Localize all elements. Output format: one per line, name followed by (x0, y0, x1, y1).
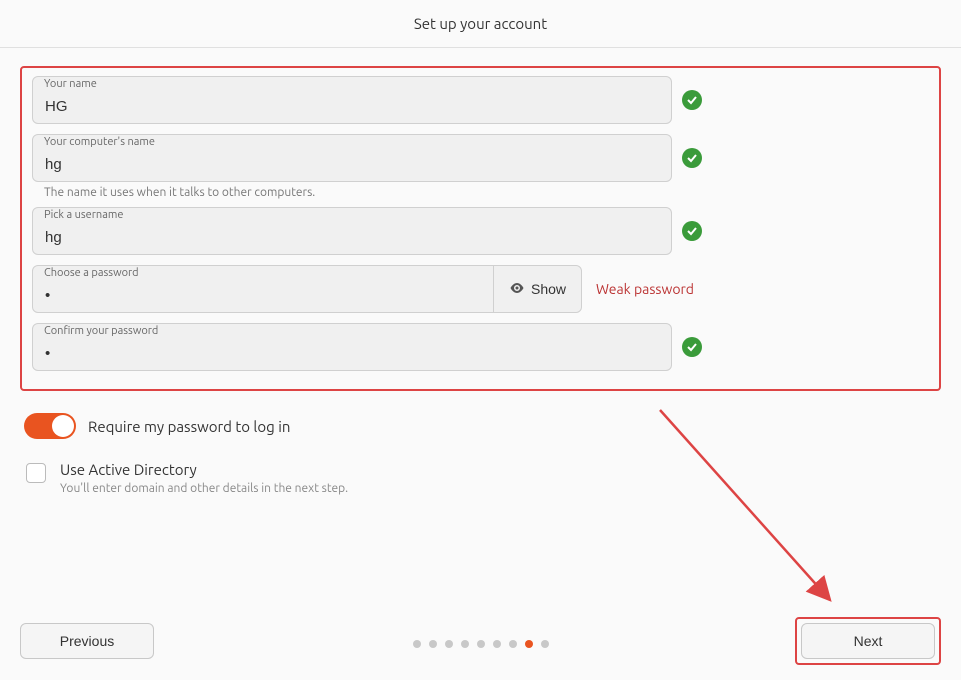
step-dot (413, 640, 421, 648)
name-input[interactable] (32, 76, 672, 124)
content: Your name Your computer's name The name … (0, 48, 961, 495)
step-dot (445, 640, 453, 648)
field-row-computer: Your computer's name (32, 134, 929, 182)
confirm-label: Confirm your password (44, 325, 158, 337)
step-dot (461, 640, 469, 648)
require-password-label: Require my password to log in (88, 418, 290, 435)
field-row-password: Choose a password Show Weak password (32, 265, 929, 313)
require-password-row: Require my password to log in (24, 413, 941, 439)
check-icon (682, 148, 702, 168)
step-dot (509, 640, 517, 648)
active-directory-label: Use Active Directory (60, 461, 348, 478)
step-dot-active (525, 640, 533, 648)
show-label: Show (531, 281, 566, 297)
active-directory-checkbox[interactable] (26, 463, 46, 483)
username-label: Pick a username (44, 209, 123, 221)
require-password-toggle[interactable] (24, 413, 76, 439)
step-dot (429, 640, 437, 648)
password-strength: Weak password (596, 281, 694, 297)
field-row-name: Your name (32, 76, 929, 124)
header: Set up your account (0, 0, 961, 48)
previous-button[interactable]: Previous (20, 623, 154, 659)
active-directory-sub: You'll enter domain and other details in… (60, 482, 348, 495)
name-label: Your name (44, 78, 97, 90)
next-button[interactable]: Next (801, 623, 935, 659)
toggle-knob (52, 415, 74, 437)
form-highlight-box: Your name Your computer's name The name … (20, 66, 941, 391)
step-dot (477, 640, 485, 648)
check-icon (682, 337, 702, 357)
active-directory-row: Use Active Directory You'll enter domain… (26, 461, 941, 495)
computer-helper: The name it uses when it talks to other … (44, 186, 929, 199)
footer: Previous Next (0, 614, 961, 680)
active-directory-labels: Use Active Directory You'll enter domain… (60, 461, 348, 495)
next-highlight-box: Next (795, 617, 941, 665)
check-icon (682, 221, 702, 241)
page-title: Set up your account (414, 15, 547, 32)
step-dot (541, 640, 549, 648)
username-input[interactable] (32, 207, 672, 255)
show-password-button[interactable]: Show (493, 266, 581, 312)
step-dot (493, 640, 501, 648)
field-row-username: Pick a username (32, 207, 929, 255)
computer-label: Your computer's name (44, 136, 155, 148)
eye-icon (509, 280, 525, 299)
step-dots (413, 640, 549, 648)
check-icon (682, 90, 702, 110)
password-label: Choose a password (44, 267, 139, 279)
field-row-confirm: Confirm your password (32, 323, 929, 371)
